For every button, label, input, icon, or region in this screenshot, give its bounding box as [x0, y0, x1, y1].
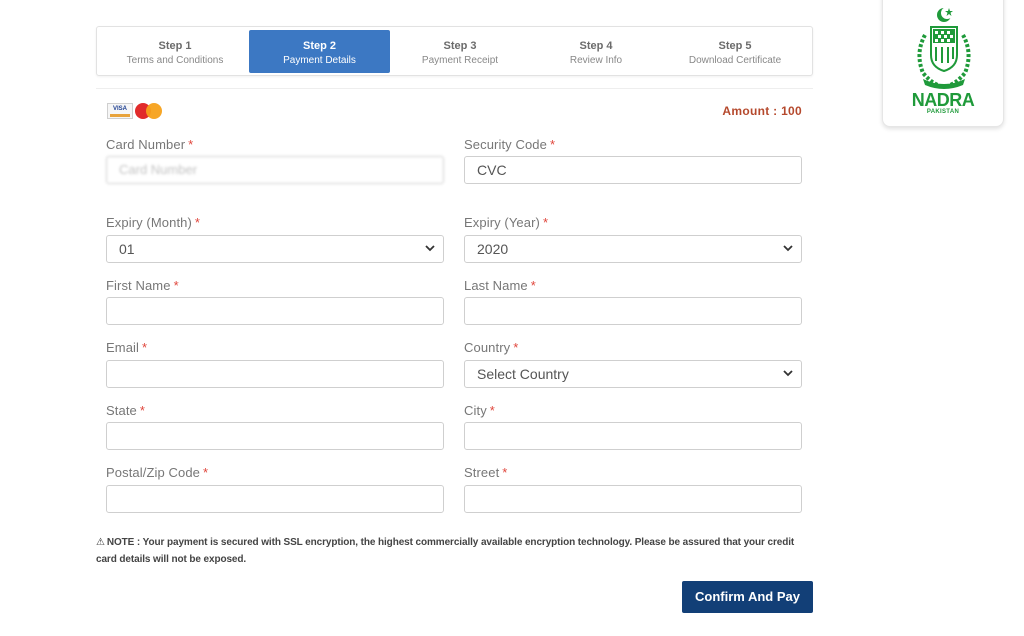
chevron-down-icon — [783, 370, 793, 377]
emblem-icon — [917, 7, 971, 89]
step-5-title: Step 5 — [718, 40, 752, 52]
step-5-subtitle: Download Certificate — [688, 55, 782, 66]
confirm-and-pay-button[interactable]: Confirm And Pay — [682, 581, 813, 613]
security-note-text: NOTE : Your payment is secured with SSL … — [96, 537, 795, 565]
accepted-cards: VISA — [107, 102, 163, 120]
postal-code-input[interactable] — [106, 485, 444, 513]
step-4-title: Step 4 — [579, 40, 613, 52]
expiry-month-select[interactable]: 01 — [106, 235, 444, 263]
step-3-title: Step 3 — [443, 40, 477, 52]
state-input[interactable] — [106, 422, 444, 450]
header-divider — [96, 88, 813, 89]
postal-code-label: Postal/Zip Code * — [106, 465, 209, 480]
last-name-input[interactable] — [464, 297, 802, 325]
step-4[interactable]: Step 4 Review Info — [529, 30, 663, 73]
city-label: City * — [464, 403, 495, 418]
step-1-title: Step 1 — [158, 40, 192, 52]
nadra-logo: NADRA PAKISTAN — [882, 0, 1004, 127]
chevron-down-icon — [425, 245, 435, 252]
expiry-year-label: Expiry (Year) * — [464, 215, 549, 230]
card-number-input[interactable]: Card Number — [106, 156, 444, 184]
payment-amount: Amount : 100 — [722, 104, 802, 118]
warning-icon: ⚠ — [96, 537, 105, 548]
expiry-month-value: 01 — [119, 241, 135, 257]
step-2-title: Step 2 — [302, 40, 336, 52]
logo-title: NADRA — [911, 90, 975, 110]
city-input[interactable] — [464, 422, 802, 450]
step-5[interactable]: Step 5 Download Certificate — [665, 30, 805, 73]
state-label: State * — [106, 403, 146, 418]
security-note: ⚠ NOTE : Your payment is secured with SSL… — [96, 534, 816, 568]
step-1-subtitle: Terms and Conditions — [126, 55, 224, 66]
visa-card-icon: VISA — [107, 103, 133, 119]
visa-label: VISA — [112, 106, 127, 112]
expiry-year-value: 2020 — [477, 241, 509, 257]
step-3-subtitle: Payment Receipt — [421, 55, 499, 66]
step-1[interactable]: Step 1 Terms and Conditions — [100, 30, 250, 73]
expiry-month-label: Expiry (Month) * — [106, 215, 201, 230]
email-input[interactable] — [106, 360, 444, 388]
country-select[interactable]: Select Country — [464, 360, 802, 388]
progress-stepper: Step 1 Terms and Conditions Step 2 Payme… — [96, 26, 813, 76]
street-label: Street * — [464, 465, 508, 480]
first-name-input[interactable] — [106, 297, 444, 325]
last-name-label: Last Name * — [464, 278, 536, 293]
step-2[interactable]: Step 2 Payment Details — [249, 30, 390, 73]
step-3[interactable]: Step 3 Payment Receipt — [393, 30, 527, 73]
email-label: Email * — [106, 340, 148, 355]
security-code-input[interactable]: CVC — [464, 156, 802, 184]
card-number-label: Card Number * — [106, 137, 194, 152]
security-code-label: Security Code * — [464, 137, 556, 152]
logo-subtitle: PAKISTAN — [926, 109, 960, 115]
country-value: Select Country — [477, 366, 569, 382]
expiry-year-select[interactable]: 2020 — [464, 235, 802, 263]
first-name-label: First Name * — [106, 278, 179, 293]
chevron-down-icon — [783, 245, 793, 252]
step-4-subtitle: Review Info — [569, 55, 623, 66]
step-2-subtitle: Payment Details — [283, 55, 356, 66]
street-input[interactable] — [464, 485, 802, 513]
mastercard-icon — [135, 103, 162, 119]
country-label: Country * — [464, 340, 519, 355]
